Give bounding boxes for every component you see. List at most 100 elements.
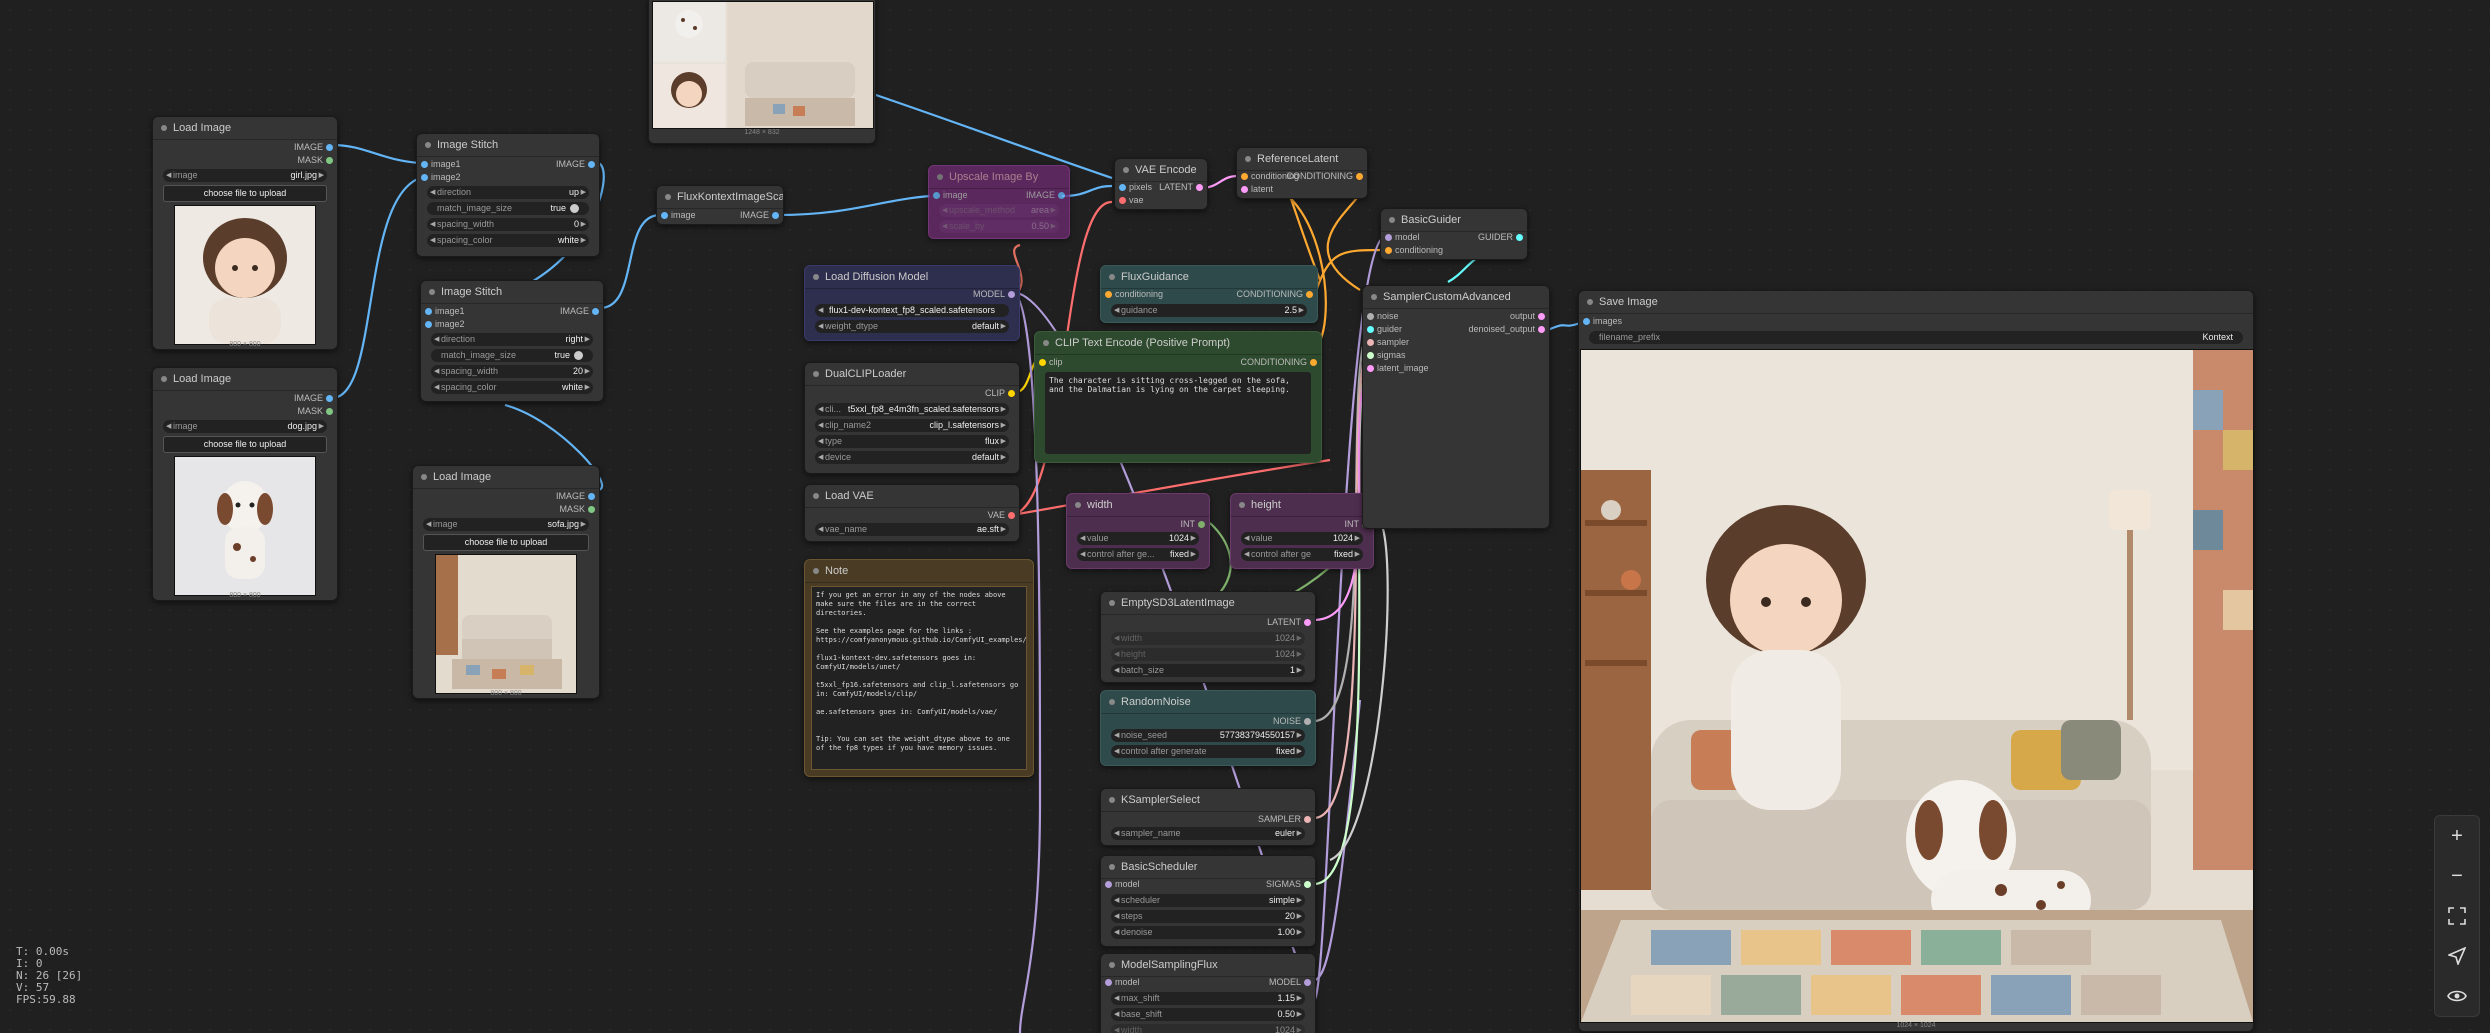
int-output[interactable]: INT bbox=[1181, 518, 1205, 531]
sampler-output[interactable]: SAMPLER bbox=[1258, 813, 1311, 826]
mask-output[interactable]: MASK bbox=[559, 503, 595, 516]
guidance-field[interactable]: guidance2.5 bbox=[1111, 304, 1307, 317]
noise-output[interactable]: NOISE bbox=[1273, 715, 1311, 728]
image2-input[interactable]: image2 bbox=[425, 318, 465, 331]
image-stitch-node-1[interactable]: Image Stitch image1 image2 IMAGE directi… bbox=[416, 133, 600, 257]
minus-icon[interactable]: − bbox=[2435, 856, 2479, 896]
spacing-width-field[interactable]: spacing_width0 bbox=[427, 218, 589, 231]
clip-text-encode-node[interactable]: CLIP Text Encode (Positive Prompt) clip … bbox=[1034, 331, 1322, 463]
note-node[interactable]: Note If you get an error in any of the n… bbox=[804, 559, 1034, 777]
conditioning-output[interactable]: CONDITIONING bbox=[1287, 170, 1363, 183]
noise-seed-field[interactable]: noise_seed577383794550157 bbox=[1111, 729, 1305, 742]
scale-by-field[interactable]: scale_by0.50 bbox=[939, 220, 1059, 233]
conditioning-input[interactable]: conditioning bbox=[1385, 244, 1443, 257]
vae-input[interactable]: vae bbox=[1119, 194, 1144, 207]
image-stitch-node-2[interactable]: Image Stitch image1 image2 IMAGE directi… bbox=[420, 280, 604, 402]
flux-kontext-image-scale-node[interactable]: FluxKontextImageScale image IMAGE bbox=[656, 185, 784, 225]
width-control-select[interactable]: control after ge...fixed bbox=[1077, 548, 1199, 561]
fit-view-icon[interactable] bbox=[2435, 896, 2479, 936]
width-field[interactable]: width1024 bbox=[1111, 632, 1305, 645]
sigmas-output[interactable]: SIGMAS bbox=[1266, 878, 1311, 891]
empty-sd3-latent-image-node[interactable]: EmptySD3LatentImage LATENT width1024 hei… bbox=[1100, 591, 1316, 683]
model-input[interactable]: model bbox=[1385, 231, 1420, 244]
upload-button[interactable]: choose file to upload bbox=[163, 185, 327, 202]
height-primitive-node[interactable]: height INT value1024 control after gefix… bbox=[1230, 493, 1374, 569]
noise-input[interactable]: noise bbox=[1367, 310, 1399, 323]
width-value-field[interactable]: value1024 bbox=[1077, 532, 1199, 545]
filename-prefix-field[interactable]: filename_prefix Kontext bbox=[1589, 331, 2243, 344]
flux-guidance-node[interactable]: FluxGuidance conditioning CONDITIONING g… bbox=[1100, 265, 1318, 323]
base-shift-field[interactable]: base_shift0.50 bbox=[1111, 1008, 1305, 1021]
preview-image-node[interactable]: 1248 × 832 bbox=[648, 0, 876, 144]
latent-image-input[interactable]: latent_image bbox=[1367, 362, 1429, 375]
image1-input[interactable]: image1 bbox=[425, 305, 465, 318]
spacing-width-field[interactable]: spacing_width20 bbox=[431, 365, 593, 378]
weight-dtype-select[interactable]: weight_dtypedefault bbox=[815, 320, 1009, 333]
basic-guider-node[interactable]: BasicGuider model conditioning GUIDER bbox=[1380, 208, 1528, 260]
upscale-method-select[interactable]: upscale_methodarea bbox=[939, 204, 1059, 217]
image-output[interactable]: IMAGE bbox=[560, 305, 599, 318]
image-input[interactable]: image bbox=[661, 209, 696, 222]
width-primitive-node[interactable]: width INT value1024 control after ge...f… bbox=[1066, 493, 1210, 569]
image-output[interactable]: IMAGE bbox=[556, 158, 595, 171]
height-field[interactable]: height1024 bbox=[1111, 648, 1305, 661]
vae-name-select[interactable]: vae_nameae.sft bbox=[815, 523, 1009, 536]
eye-icon[interactable] bbox=[2435, 976, 2479, 1016]
sampler-input[interactable]: sampler bbox=[1367, 336, 1409, 349]
match-size-toggle[interactable]: match_image_size true bbox=[431, 349, 593, 362]
unet-name-select[interactable]: flux1-dev-kontext_fp8_scaled.safetensors bbox=[815, 304, 1009, 330]
denoise-field[interactable]: denoise1.00 bbox=[1111, 926, 1305, 939]
mask-output[interactable]: MASK bbox=[297, 405, 333, 418]
load-image-node-2[interactable]: Load Image IMAGE MASK imagedog.jpg choos… bbox=[152, 367, 338, 601]
mask-output[interactable]: MASK bbox=[297, 154, 333, 167]
height-value-field[interactable]: value1024 bbox=[1241, 532, 1363, 545]
dual-clip-loader-node[interactable]: DualCLIPLoader CLIP cli...t5xxl_fp8_e4m3… bbox=[804, 362, 1020, 474]
sampler-name-select[interactable]: sampler_nameeuler bbox=[1111, 827, 1305, 840]
match-size-toggle[interactable]: match_image_size true bbox=[427, 202, 589, 215]
image-output[interactable]: IMAGE bbox=[1026, 189, 1065, 202]
latent-input[interactable]: latent bbox=[1241, 183, 1273, 196]
direction-select[interactable]: directionright bbox=[431, 333, 593, 346]
image-input[interactable]: image bbox=[933, 189, 968, 202]
denoised-output-slot[interactable]: denoised_output bbox=[1468, 323, 1545, 336]
image-output[interactable]: IMAGE bbox=[740, 209, 779, 222]
steps-field[interactable]: steps20 bbox=[1111, 910, 1305, 923]
image-output[interactable]: IMAGE bbox=[294, 141, 333, 154]
image-select[interactable]: imagegirl.jpg bbox=[163, 169, 327, 182]
load-vae-node[interactable]: Load VAE VAE vae_nameae.sft bbox=[804, 484, 1020, 542]
ksampler-select-node[interactable]: KSamplerSelect SAMPLER sampler_nameeuler bbox=[1100, 788, 1316, 846]
upload-button[interactable]: choose file to upload bbox=[423, 534, 589, 551]
upscale-image-by-node[interactable]: Upscale Image By image IMAGE upscale_met… bbox=[928, 165, 1070, 239]
guider-input[interactable]: guider bbox=[1367, 323, 1402, 336]
max-shift-field[interactable]: max_shift1.15 bbox=[1111, 992, 1305, 1005]
guider-output[interactable]: GUIDER bbox=[1478, 231, 1523, 244]
image1-input[interactable]: image1 bbox=[421, 158, 461, 171]
plus-icon[interactable]: + bbox=[2435, 816, 2479, 856]
device-select[interactable]: devicedefault bbox=[815, 451, 1009, 464]
random-noise-node[interactable]: RandomNoise NOISE noise_seed577383794550… bbox=[1100, 690, 1316, 766]
int-output[interactable]: INT bbox=[1345, 518, 1369, 531]
conditioning-output[interactable]: CONDITIONING bbox=[1241, 356, 1317, 369]
batch-size-field[interactable]: batch_size1 bbox=[1111, 664, 1305, 677]
load-image-node-3[interactable]: Load Image IMAGE MASK imagesofa.jpg choo… bbox=[412, 465, 600, 699]
latent-output[interactable]: LATENT bbox=[1159, 181, 1203, 194]
model-input[interactable]: model bbox=[1105, 878, 1140, 891]
prompt-textarea[interactable]: The character is sitting cross-legged on… bbox=[1045, 372, 1311, 454]
image-select[interactable]: imagesofa.jpg bbox=[423, 518, 589, 531]
basic-scheduler-node[interactable]: BasicScheduler model SIGMAS schedulersim… bbox=[1100, 855, 1316, 947]
spacing-color-select[interactable]: spacing_colorwhite bbox=[431, 381, 593, 394]
width-field[interactable]: width1024 bbox=[1111, 1024, 1305, 1033]
model-output[interactable]: MODEL bbox=[973, 288, 1015, 301]
scheduler-select[interactable]: schedulersimple bbox=[1111, 894, 1305, 907]
pixels-input[interactable]: pixels bbox=[1119, 181, 1152, 194]
reference-latent-node[interactable]: ReferenceLatent conditioning latent COND… bbox=[1236, 147, 1368, 199]
conditioning-output[interactable]: CONDITIONING bbox=[1237, 288, 1313, 301]
image2-input[interactable]: image2 bbox=[421, 171, 461, 184]
image-output[interactable]: IMAGE bbox=[556, 490, 595, 503]
seed-control-select[interactable]: control after generatefixed bbox=[1111, 745, 1305, 758]
note-textarea[interactable]: If you get an error in any of the nodes … bbox=[811, 586, 1027, 770]
latent-output[interactable]: LATENT bbox=[1267, 616, 1311, 629]
model-input[interactable]: model bbox=[1105, 976, 1140, 989]
model-output[interactable]: MODEL bbox=[1269, 976, 1311, 989]
image-output[interactable]: IMAGE bbox=[294, 392, 333, 405]
